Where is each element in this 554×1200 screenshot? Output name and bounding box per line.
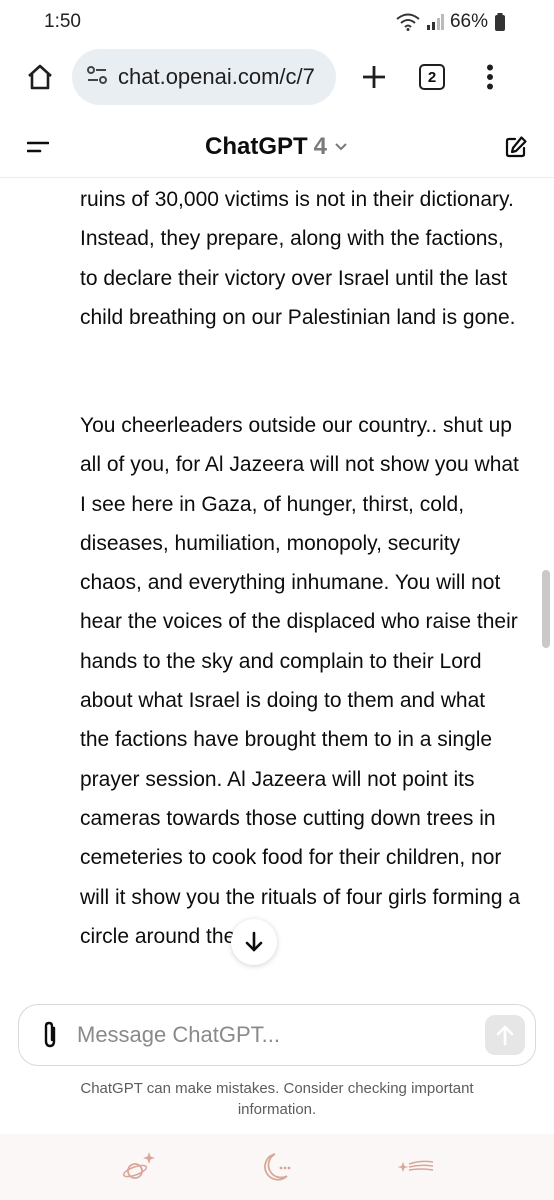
message-paragraph: You cheerleaders outside our country.. s… [80, 414, 521, 948]
more-vertical-icon [487, 64, 493, 90]
send-button[interactable] [485, 1015, 525, 1055]
site-settings-icon[interactable] [86, 65, 108, 90]
disclaimer-text: ChatGPT can make mistakes. Consider chec… [80, 1080, 474, 1118]
arrow-up-icon [496, 1025, 514, 1046]
battery-icon [494, 13, 506, 31]
message-paragraph: ruins of 30,000 victims is not in their … [80, 188, 516, 329]
shooting-star-icon[interactable] [395, 1147, 435, 1187]
edit-icon [505, 135, 527, 157]
wifi-icon [396, 13, 420, 31]
scrollbar-thumb[interactable] [542, 570, 550, 648]
tab-switcher-button[interactable]: 2 [406, 51, 458, 103]
sidebar-menu-button[interactable] [20, 129, 56, 165]
plus-icon [363, 66, 385, 88]
home-button[interactable] [16, 53, 64, 101]
crescent-moon-icon[interactable] [257, 1147, 297, 1187]
chat-header: ChatGPT 4 [0, 116, 554, 178]
menu-icon [27, 141, 49, 152]
message-composer [18, 1004, 536, 1066]
paperclip-icon [44, 1021, 56, 1048]
status-time: 1:50 [44, 11, 81, 32]
status-indicators: 66% [396, 11, 506, 33]
conversation[interactable]: ruins of 30,000 victims is not in their … [0, 178, 554, 998]
url-text: chat.openai.com/c/7 [118, 64, 315, 89]
signal-icon [426, 14, 444, 30]
address-bar[interactable]: chat.openai.com/c/7 [72, 49, 336, 105]
status-bar: 1:50 66% [0, 0, 554, 44]
message-input[interactable] [77, 1022, 485, 1048]
scroll-to-bottom-button[interactable] [231, 919, 277, 965]
app-title: ChatGPT [204, 132, 308, 160]
new-tab-button[interactable] [348, 51, 400, 103]
chevron-down-icon [335, 142, 347, 150]
battery-percent: 66% [449, 11, 488, 32]
attach-button[interactable] [35, 1015, 65, 1055]
planet-star-icon[interactable] [119, 1147, 159, 1187]
browser-menu-button[interactable] [464, 51, 516, 103]
arrow-down-icon [245, 931, 263, 952]
new-chat-button[interactable] [498, 129, 534, 165]
model-selector[interactable]: ChatGPT 4 [205, 133, 349, 161]
home-icon [28, 64, 52, 90]
browser-toolbar: chat.openai.com/c/7 2 [0, 44, 554, 110]
bottom-navigation [0, 1134, 554, 1200]
model-version: 4 [313, 132, 328, 160]
tab-count: 2 [419, 64, 445, 90]
